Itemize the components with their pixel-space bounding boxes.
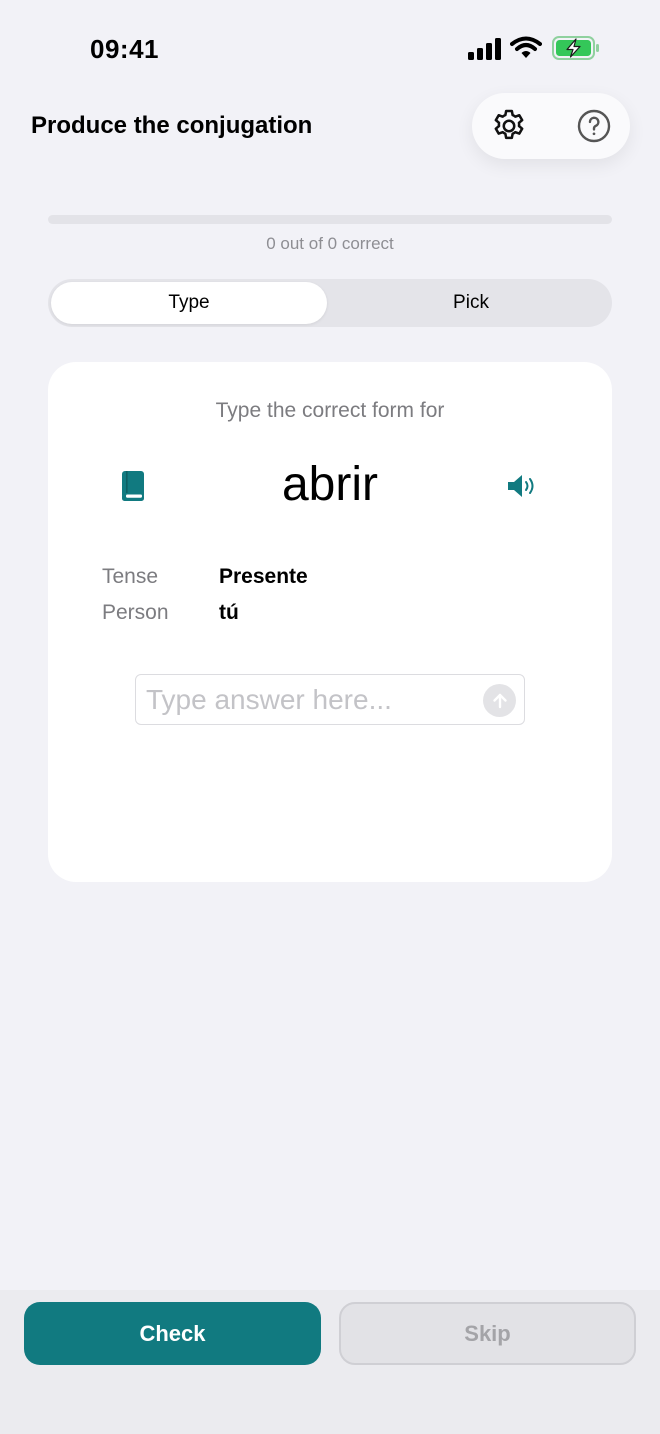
status-time: 09:41: [90, 34, 159, 64]
help-icon: [577, 109, 611, 143]
skip-button[interactable]: Skip: [339, 1302, 636, 1365]
segment-pick[interactable]: Pick: [333, 282, 609, 324]
wifi-icon: [510, 36, 542, 58]
cellular-signal-icon: [468, 38, 501, 60]
gear-icon: [494, 109, 524, 140]
question-prompt: Type the correct form for: [215, 399, 445, 422]
progress-bar: [48, 215, 612, 224]
header-actions: [472, 93, 630, 159]
submit-answer-button[interactable]: [483, 684, 516, 717]
check-button[interactable]: Check: [24, 1302, 321, 1365]
mode-segmented-control: Type Pick: [48, 279, 612, 327]
tense-label: Tense: [102, 565, 159, 588]
answer-field: [135, 674, 525, 725]
help-button[interactable]: [574, 106, 614, 146]
answer-input[interactable]: [146, 679, 476, 721]
screen: 09:41 Produce the conjugation 0 out of 0…: [0, 0, 660, 1434]
battery-charging-icon: [552, 36, 599, 60]
segment-type[interactable]: Type: [51, 282, 327, 324]
tense-value: Presente: [219, 565, 308, 588]
bottom-action-bar: Check Skip: [0, 1290, 660, 1434]
speaker-icon[interactable]: [506, 472, 538, 500]
person-value: tú: [219, 601, 239, 624]
status-bar: 09:41: [0, 0, 660, 90]
settings-button[interactable]: [489, 106, 529, 146]
arrow-up-icon: [492, 693, 507, 708]
page-title: Produce the conjugation: [31, 112, 313, 139]
progress-text: 0 out of 0 correct: [266, 234, 394, 253]
question-card: Type the correct form for abrir Tense Pr…: [48, 362, 612, 882]
person-label: Person: [102, 601, 169, 624]
